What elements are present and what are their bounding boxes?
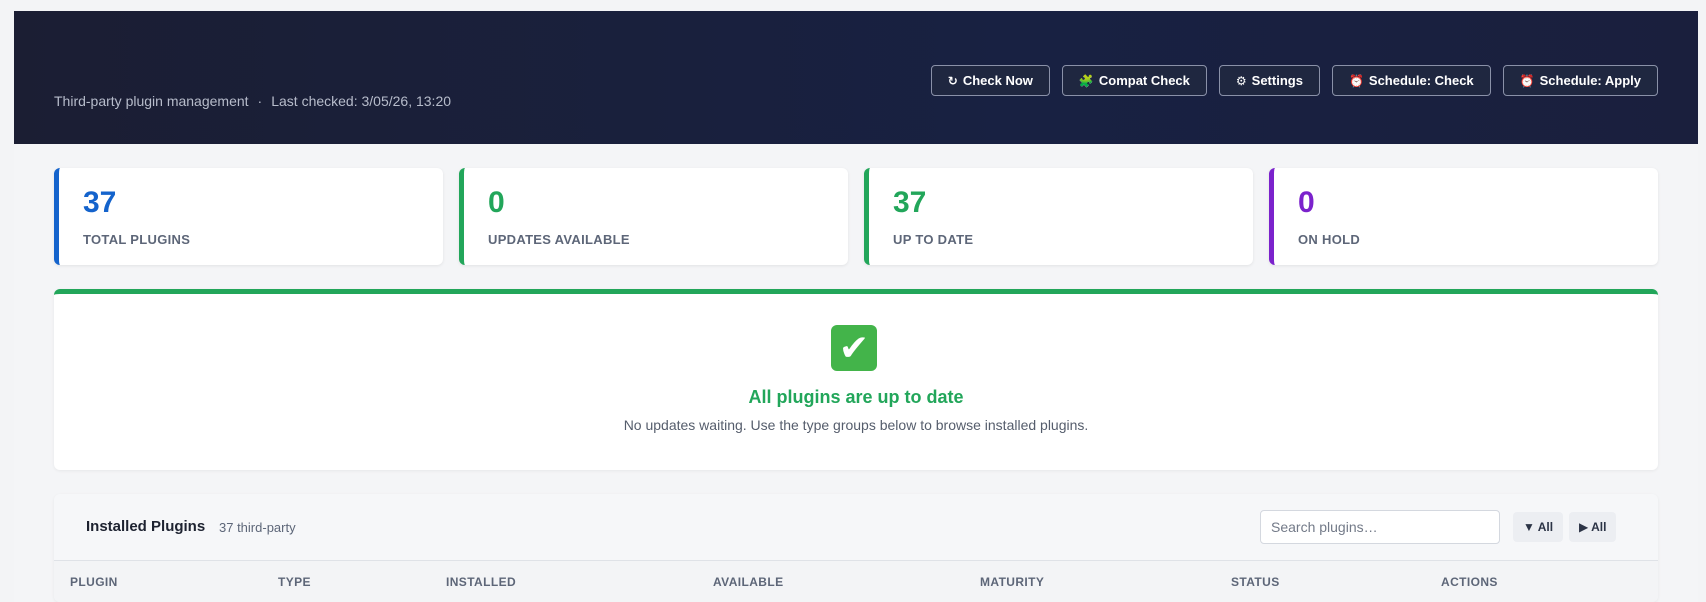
stat-label: UP TO DATE	[893, 232, 974, 247]
check-now-button[interactable]: ↻ Check Now	[930, 65, 1050, 96]
refresh-icon: ↻	[947, 73, 958, 88]
plugin-count: 37 third-party	[219, 520, 296, 535]
stat-label: UPDATES AVAILABLE	[488, 232, 630, 247]
stat-card-total-plugins: 37 TOTAL PLUGINS	[54, 168, 443, 265]
schedule-check-button[interactable]: ⏰ Schedule: Check	[1331, 65, 1491, 96]
stat-label: ON HOLD	[1298, 232, 1361, 247]
stat-value: 37	[83, 186, 117, 219]
column-header-actions: ACTIONS	[1441, 575, 1498, 589]
column-header-installed[interactable]: INSTALLED	[446, 575, 516, 589]
check-mark-icon: ✔	[831, 325, 877, 371]
column-header-type[interactable]: TYPE	[278, 575, 311, 589]
header-subtitle: Third-party plugin management · Last check…	[54, 93, 451, 109]
gear-icon: ⚙	[1235, 73, 1247, 88]
column-header-status[interactable]: STATUS	[1231, 575, 1280, 589]
stat-value: 0	[1298, 186, 1315, 219]
stat-value: 0	[488, 186, 505, 219]
status-banner: ✔ All plugins are up to date No updates …	[54, 289, 1658, 470]
stat-card-on-hold: 0 ON HOLD	[1269, 168, 1658, 265]
column-header-available[interactable]: AVAILABLE	[713, 575, 784, 589]
last-checked-text: Last checked: 3/05/26, 13:20	[271, 93, 452, 109]
column-header-maturity[interactable]: MATURITY	[980, 575, 1044, 589]
stats-row: 37 TOTAL PLUGINS 0 UPDATES AVAILABLE 37 …	[54, 168, 1658, 265]
compat-check-label: Compat Check	[1098, 73, 1190, 88]
schedule-check-label: Schedule: Check	[1368, 73, 1474, 88]
subtitle-separator: ·	[257, 93, 263, 109]
banner-text: No updates waiting. Use the type groups …	[623, 417, 1089, 433]
stat-value: 37	[893, 186, 927, 219]
schedule-apply-label: Schedule: Apply	[1539, 73, 1641, 88]
alarm-clock-icon: ⏰	[1519, 73, 1535, 88]
settings-button[interactable]: ⚙ Settings	[1218, 65, 1320, 96]
alarm-clock-icon: ⏰	[1348, 73, 1364, 88]
installed-plugins-panel: Installed Plugins 37 third-party ▼ All ▶…	[54, 494, 1658, 602]
app-page: Third-party plugin management · Last check…	[14, 11, 1698, 602]
search-input[interactable]	[1260, 510, 1500, 544]
table-header: PLUGIN TYPE INSTALLED AVAILABLE MATURITY…	[54, 560, 1658, 602]
banner-title: All plugins are up to date	[748, 387, 964, 407]
stat-card-updates-available: 0 UPDATES AVAILABLE	[459, 168, 848, 265]
column-header-plugin[interactable]: PLUGIN	[70, 575, 118, 589]
stat-card-up-to-date: 37 UP TO DATE	[864, 168, 1253, 265]
settings-label: Settings	[1251, 73, 1303, 88]
check-now-label: Check Now	[962, 73, 1033, 88]
puzzle-icon: 🧩	[1078, 73, 1094, 88]
stat-label: TOTAL PLUGINS	[83, 232, 191, 247]
expand-all-button[interactable]: ▶ All	[1569, 512, 1617, 542]
collapse-all-button[interactable]: ▼ All	[1513, 512, 1564, 542]
compat-check-button[interactable]: 🧩 Compat Check	[1061, 65, 1207, 96]
panel-title: Installed Plugins	[86, 518, 206, 535]
header: Third-party plugin management · Last check…	[14, 11, 1698, 144]
schedule-apply-button[interactable]: ⏰ Schedule: Apply	[1502, 65, 1658, 96]
subtitle-text: Third-party plugin management	[54, 93, 249, 109]
header-actions: ↻ Check Now 🧩 Compat Check ⚙ Settings ⏰ …	[930, 65, 1658, 96]
